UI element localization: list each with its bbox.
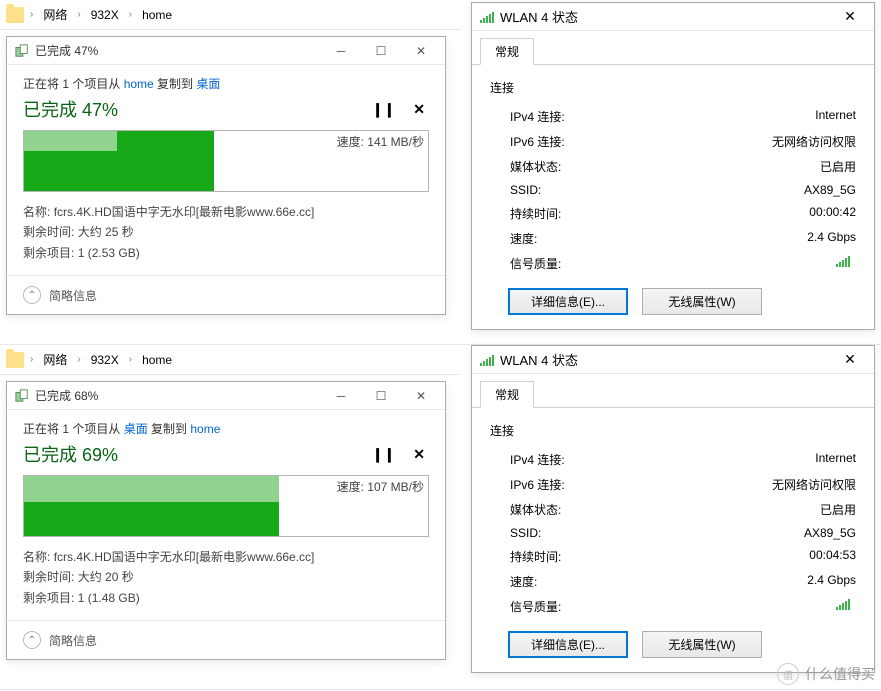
dest-link[interactable]: 桌面 xyxy=(196,77,220,91)
row-speed: 速度:2.4 Gbps xyxy=(490,226,856,251)
tab-general[interactable]: 常规 xyxy=(480,38,534,65)
maximize-button[interactable]: ☐ xyxy=(361,39,401,63)
speed-label: 速度: 107 MB/秒 xyxy=(337,478,424,495)
dialog-title: 已完成 68% xyxy=(35,387,321,404)
meta-info: 名称: fcrs.4K.HD国语中字无水印[最新电影www.66e.cc] 剩余… xyxy=(23,202,429,263)
folder-icon xyxy=(6,7,24,23)
close-button[interactable]: ✕ xyxy=(401,39,441,63)
crumb-host[interactable]: 932X xyxy=(87,6,123,24)
speed-graph: 速度: 107 MB/秒 xyxy=(23,475,429,537)
dialog-title: WLAN 4 状态 xyxy=(500,350,830,369)
chevron-right-icon: › xyxy=(129,354,132,365)
chevron-right-icon: › xyxy=(129,9,132,20)
copy-dialog: 已完成 68% ─ ☐ ✕ 正在将 1 个项目从 桌面 复制到 home 已完成… xyxy=(6,381,446,660)
tab-strip: 常规 xyxy=(472,374,874,408)
speed-graph: 速度: 141 MB/秒 xyxy=(23,130,429,192)
titlebar: 已完成 68% ─ ☐ ✕ xyxy=(7,382,445,410)
row-signal: 信号质量: xyxy=(490,251,856,276)
progress-headline: 已完成 47% xyxy=(23,96,118,122)
crumb-network[interactable]: 网络 xyxy=(39,4,71,25)
crumb-host[interactable]: 932X xyxy=(87,351,123,369)
cancel-button[interactable]: ✕ xyxy=(413,101,425,118)
chevron-right-icon: › xyxy=(77,354,80,365)
tab-strip: 常规 xyxy=(472,31,874,65)
row-ipv6: IPv6 连接:无网络访问权限 xyxy=(490,129,856,154)
cancel-button[interactable]: ✕ xyxy=(413,446,425,463)
wireless-props-button[interactable]: 无线属性(W) xyxy=(642,288,762,315)
folder-icon xyxy=(6,352,24,368)
action-text: 正在将 1 个项目从 桌面 复制到 home xyxy=(23,420,429,437)
source-link[interactable]: home xyxy=(124,77,154,91)
copy-progress-icon xyxy=(15,44,29,58)
action-text: 正在将 1 个项目从 home 复制到 桌面 xyxy=(23,75,429,92)
crumb-folder[interactable]: home xyxy=(138,351,176,369)
close-button[interactable]: ✕ xyxy=(401,384,441,408)
chevron-right-icon: › xyxy=(30,354,33,365)
wlan-status-dialog: WLAN 4 状态 ✕ 常规 连接 IPv4 连接:Internet IPv6 … xyxy=(471,2,875,330)
brief-toggle[interactable]: ⌃ 简略信息 xyxy=(7,275,445,314)
signal-icon xyxy=(480,354,494,366)
signal-icon xyxy=(836,255,850,267)
progress-headline: 已完成 69% xyxy=(23,441,118,467)
minimize-button[interactable]: ─ xyxy=(321,39,361,63)
pause-button[interactable]: ❙❙ xyxy=(372,446,395,463)
row-ssid: SSID:AX89_5G xyxy=(490,522,856,544)
pause-button[interactable]: ❙❙ xyxy=(372,101,395,118)
chevron-up-icon: ⌃ xyxy=(23,286,41,304)
crumb-folder[interactable]: home xyxy=(138,6,176,24)
tab-general[interactable]: 常规 xyxy=(480,381,534,408)
row-speed: 速度:2.4 Gbps xyxy=(490,569,856,594)
details-button[interactable]: 详细信息(E)... xyxy=(508,631,628,658)
row-ipv4: IPv4 连接:Internet xyxy=(490,447,856,472)
dialog-title: 已完成 47% xyxy=(35,42,321,59)
chevron-right-icon: › xyxy=(77,9,80,20)
row-ipv4: IPv4 连接:Internet xyxy=(490,104,856,129)
brief-toggle[interactable]: ⌃ 简略信息 xyxy=(7,620,445,659)
chevron-up-icon: ⌃ xyxy=(23,631,41,649)
chevron-right-icon: › xyxy=(30,9,33,20)
watermark-logo-icon: 值 xyxy=(777,663,799,685)
watermark: 值 什么值得买 xyxy=(777,663,875,685)
speed-label: 速度: 141 MB/秒 xyxy=(337,133,424,150)
close-button[interactable]: ✕ xyxy=(830,348,870,372)
row-duration: 持续时间:00:00:42 xyxy=(490,201,856,226)
row-signal: 信号质量: xyxy=(490,594,856,619)
copy-dialog: 已完成 47% ─ ☐ ✕ 正在将 1 个项目从 home 复制到 桌面 已完成… xyxy=(6,36,446,315)
dest-link[interactable]: home xyxy=(190,422,220,436)
maximize-button[interactable]: ☐ xyxy=(361,384,401,408)
wireless-props-button[interactable]: 无线属性(W) xyxy=(642,631,762,658)
signal-icon xyxy=(836,598,850,610)
crumb-network[interactable]: 网络 xyxy=(39,349,71,370)
copy-progress-icon xyxy=(15,389,29,403)
titlebar: WLAN 4 状态 ✕ xyxy=(472,3,874,31)
close-button[interactable]: ✕ xyxy=(830,5,870,29)
details-button[interactable]: 详细信息(E)... xyxy=(508,288,628,315)
minimize-button[interactable]: ─ xyxy=(321,384,361,408)
row-ssid: SSID:AX89_5G xyxy=(490,179,856,201)
wlan-status-dialog: WLAN 4 状态 ✕ 常规 连接 IPv4 连接:Internet IPv6 … xyxy=(471,345,875,673)
row-media: 媒体状态:已启用 xyxy=(490,497,856,522)
row-duration: 持续时间:00:04:53 xyxy=(490,544,856,569)
source-link[interactable]: 桌面 xyxy=(124,422,148,436)
titlebar: 已完成 47% ─ ☐ ✕ xyxy=(7,37,445,65)
signal-icon xyxy=(480,11,494,23)
dialog-title: WLAN 4 状态 xyxy=(500,7,830,26)
titlebar: WLAN 4 状态 ✕ xyxy=(472,346,874,374)
row-media: 媒体状态:已启用 xyxy=(490,154,856,179)
breadcrumb-bar: › 网络 › 932X › home xyxy=(0,345,460,375)
breadcrumb-bar: › 网络 › 932X › home xyxy=(0,0,460,30)
group-connection: 连接 xyxy=(490,422,856,439)
meta-info: 名称: fcrs.4K.HD国语中字无水印[最新电影www.66e.cc] 剩余… xyxy=(23,547,429,608)
row-ipv6: IPv6 连接:无网络访问权限 xyxy=(490,472,856,497)
group-connection: 连接 xyxy=(490,79,856,96)
